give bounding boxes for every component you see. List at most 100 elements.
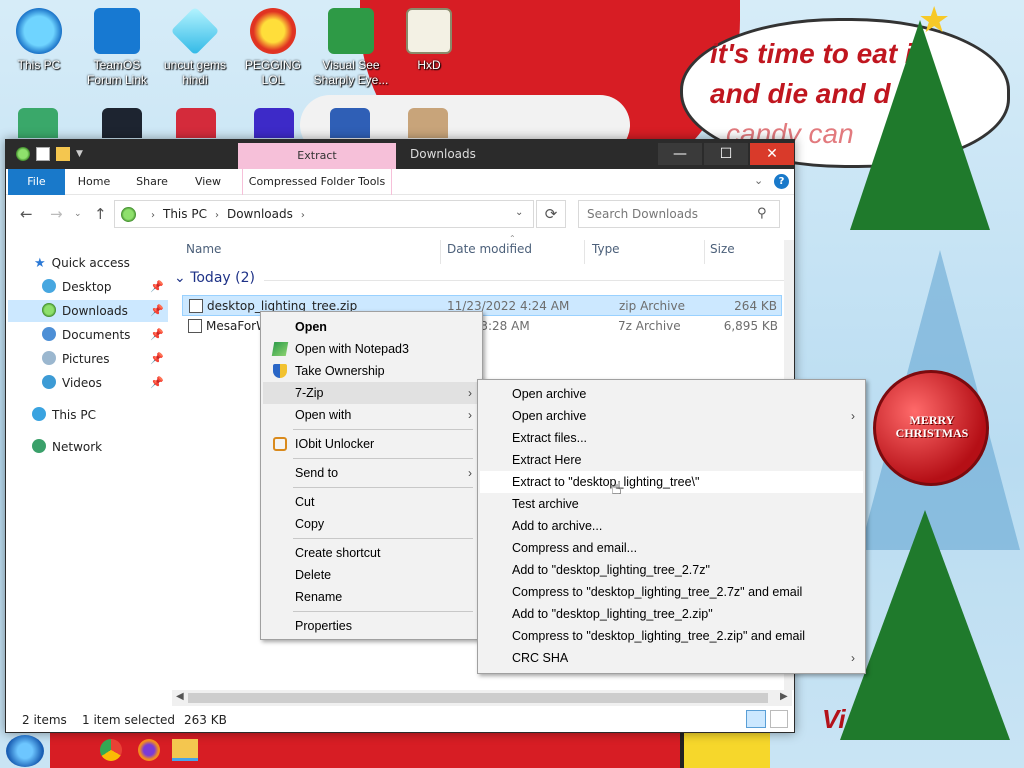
column-divider[interactable] xyxy=(584,240,585,264)
horizontal-scrollbar[interactable]: ◀ ▶ xyxy=(172,690,792,706)
properties-icon[interactable] xyxy=(36,147,50,161)
desktop-icon-uncut-gems[interactable]: uncut gems hindi xyxy=(156,6,234,88)
column-header-name[interactable]: Name xyxy=(186,242,221,262)
desktop-icon-row2-4[interactable] xyxy=(254,108,294,138)
file-explorer-taskbar-icon[interactable] xyxy=(172,739,198,761)
desktop-icon-row2-2[interactable] xyxy=(102,108,142,138)
column-header-type[interactable]: Type xyxy=(592,242,620,262)
refresh-button[interactable]: ⟳ xyxy=(536,200,566,228)
submenu-item-open-archive-type[interactable]: Open archive › xyxy=(480,405,863,427)
sidebar-item-network[interactable]: Network xyxy=(32,436,102,458)
new-folder-icon[interactable] xyxy=(56,147,70,161)
start-button[interactable] xyxy=(6,735,44,767)
breadcrumb-separator-icon[interactable]: › xyxy=(215,210,219,221)
minimize-button[interactable]: — xyxy=(658,143,702,165)
up-arrow-icon[interactable]: ↑ xyxy=(94,205,107,223)
breadcrumb-separator-icon[interactable]: › xyxy=(301,210,305,221)
column-header-date[interactable]: Date modified xyxy=(447,242,532,262)
desktop-icon-row2-1[interactable] xyxy=(18,108,58,138)
tab-share[interactable]: Share xyxy=(126,169,178,195)
pin-icon[interactable]: 📌 xyxy=(150,328,164,341)
submenu-item-crc-sha[interactable]: CRC SHA › xyxy=(480,647,863,669)
desktop-icon-row2-5[interactable] xyxy=(330,108,370,138)
desktop-icon-row2-6[interactable] xyxy=(408,108,448,138)
submenu-item-extract-here[interactable]: Extract Here xyxy=(480,449,863,471)
menu-item-copy[interactable]: Copy xyxy=(263,513,480,535)
forward-arrow-icon[interactable]: → xyxy=(50,205,63,223)
tab-extract-context[interactable]: Extract xyxy=(238,143,396,169)
desktop-icon-visual-see[interactable]: Visual See Sharply Eye... xyxy=(312,8,390,88)
pin-icon[interactable]: 📌 xyxy=(150,280,164,293)
menu-item-open-with[interactable]: Open with › xyxy=(263,404,480,426)
sidebar-item-pictures[interactable]: Pictures xyxy=(42,348,110,370)
menu-item-send-to[interactable]: Send to › xyxy=(263,462,480,484)
breadcrumb-this-pc[interactable]: This PC xyxy=(163,207,207,221)
gear-icon xyxy=(94,8,140,54)
menu-item-take-ownership[interactable]: Take Ownership xyxy=(263,360,480,382)
pin-icon[interactable]: 📌 xyxy=(150,352,164,365)
submenu-item-compress-and-email[interactable]: Compress and email... xyxy=(480,537,863,559)
maximize-button[interactable]: ☐ xyxy=(704,143,748,165)
sidebar-item-quick-access[interactable]: ★ Quick access xyxy=(34,252,130,274)
collapse-chevron-icon[interactable]: ⌄ xyxy=(174,270,190,286)
column-divider[interactable] xyxy=(440,240,441,264)
firefox-icon[interactable] xyxy=(138,739,160,761)
submenu-item-extract-to-folder[interactable]: Extract to "desktop_lighting_tree\" xyxy=(480,471,863,493)
column-divider[interactable] xyxy=(704,240,705,264)
notepad3-icon xyxy=(271,342,289,356)
scroll-left-arrow-icon[interactable]: ◀ xyxy=(176,691,184,702)
menu-item-7zip[interactable]: 7-Zip › xyxy=(263,382,480,404)
scrollbar-thumb[interactable] xyxy=(188,693,768,703)
sidebar-item-videos[interactable]: Videos xyxy=(42,372,102,394)
address-dropdown-chevron-icon[interactable]: ⌄ xyxy=(515,207,523,218)
tab-file[interactable]: File xyxy=(8,169,65,195)
desktop-icon-row2-3[interactable] xyxy=(176,108,216,138)
recent-locations-chevron-icon[interactable]: ⌄ xyxy=(74,209,82,219)
desktop-icon-pegging[interactable]: PEGGING LOL xyxy=(234,8,312,88)
submenu-item-extract-files[interactable]: Extract files... xyxy=(480,427,863,449)
menu-item-properties[interactable]: Properties xyxy=(263,615,480,637)
menu-item-open-with-notepad3[interactable]: Open with Notepad3 xyxy=(263,338,480,360)
submenu-item-compress-7z-email[interactable]: Compress to "desktop_lighting_tree_2.7z"… xyxy=(480,581,863,603)
help-icon[interactable]: ? xyxy=(774,174,789,189)
tab-view[interactable]: View xyxy=(182,169,234,195)
title-bar[interactable]: ▼ Extract Downloads — ☐ ✕ xyxy=(6,140,794,169)
group-header-today[interactable]: ⌄ Today (2) xyxy=(174,270,255,286)
submenu-item-open-archive[interactable]: Open archive xyxy=(480,383,863,405)
submenu-item-compress-zip-email[interactable]: Compress to "desktop_lighting_tree_2.zip… xyxy=(480,625,863,647)
tab-compressed-folder-tools[interactable]: Compressed Folder Tools xyxy=(242,169,392,195)
scroll-right-arrow-icon[interactable]: ▶ xyxy=(780,691,788,702)
submenu-item-add-to-zip[interactable]: Add to "desktop_lighting_tree_2.zip" xyxy=(480,603,863,625)
back-arrow-icon[interactable]: ← xyxy=(20,205,33,223)
expand-ribbon-chevron-icon[interactable]: ⌄ xyxy=(754,174,763,187)
sidebar-item-downloads[interactable]: Downloads xyxy=(8,300,168,322)
breadcrumb-downloads[interactable]: Downloads xyxy=(227,207,293,221)
details-view-button[interactable] xyxy=(746,710,766,728)
breadcrumb-separator-icon[interactable]: › xyxy=(151,210,155,221)
submenu-item-test-archive[interactable]: Test archive xyxy=(480,493,863,515)
desktop-icon-teamos[interactable]: TeamOS Forum Link xyxy=(78,8,156,88)
sidebar-item-this-pc[interactable]: This PC xyxy=(32,404,96,426)
menu-item-cut[interactable]: Cut xyxy=(263,491,480,513)
address-bar[interactable]: › This PC › Downloads › ⌄ xyxy=(114,200,534,228)
menu-item-rename[interactable]: Rename xyxy=(263,586,480,608)
menu-item-create-shortcut[interactable]: Create shortcut xyxy=(263,542,480,564)
pin-icon[interactable]: 📌 xyxy=(150,376,164,389)
menu-item-iobit-unlocker[interactable]: IObit Unlocker xyxy=(263,433,480,455)
menu-item-open[interactable]: Open xyxy=(263,316,480,338)
desktop-icon-hxd[interactable]: HxD xyxy=(390,8,468,73)
customize-toolbar-arrow-icon[interactable]: ▼ xyxy=(76,149,83,159)
sidebar-item-desktop[interactable]: Desktop xyxy=(42,276,112,298)
large-icons-view-button[interactable] xyxy=(770,710,788,728)
chrome-icon[interactable] xyxy=(100,739,122,761)
submenu-item-add-to-7z[interactable]: Add to "desktop_lighting_tree_2.7z" xyxy=(480,559,863,581)
column-header-size[interactable]: Size xyxy=(710,242,735,262)
pin-icon[interactable]: 📌 xyxy=(150,304,164,317)
tab-home[interactable]: Home xyxy=(68,169,120,195)
menu-item-delete[interactable]: Delete xyxy=(263,564,480,586)
desktop-icon-this-pc[interactable]: This PC xyxy=(0,8,78,73)
search-input[interactable]: Search Downloads ⚲ xyxy=(578,200,780,228)
sidebar-item-documents[interactable]: Documents xyxy=(42,324,130,346)
submenu-item-add-to-archive[interactable]: Add to archive... xyxy=(480,515,863,537)
close-button[interactable]: ✕ xyxy=(750,143,794,165)
